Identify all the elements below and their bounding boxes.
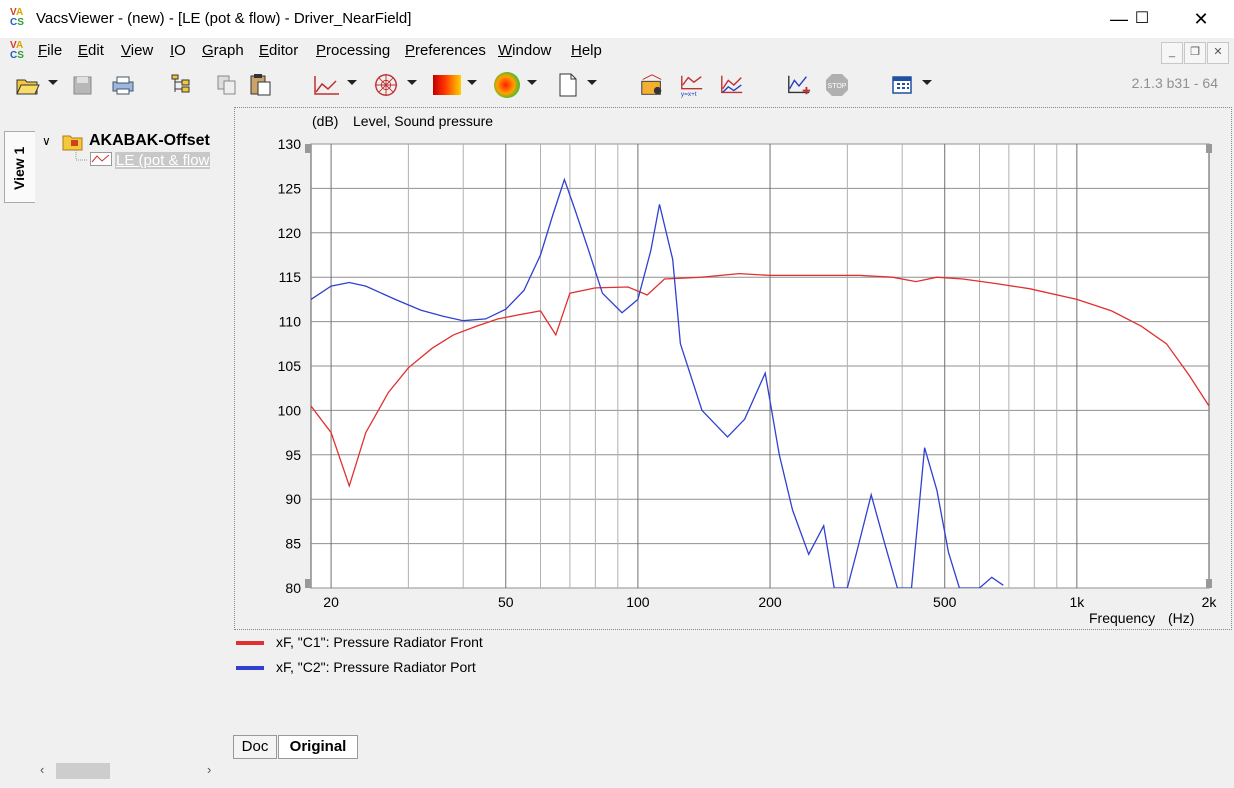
version-label: 2.1.3 b31 - 64 (1131, 75, 1218, 91)
y-tick-label: 95 (285, 447, 301, 463)
tree-child-item[interactable]: LE (pot & flow (115, 152, 211, 169)
menu-processing[interactable]: Processing (316, 42, 390, 59)
frequency-response-chart[interactable]: 130 125 120 115 110 105 100 95 90 85 80 20 50 100 200… (234, 107, 1230, 628)
x-tick-label: 100 (626, 594, 650, 610)
y-tick-label: 90 (285, 491, 301, 507)
sphere-dropdown-icon[interactable] (527, 80, 537, 85)
print-icon[interactable] (110, 72, 136, 98)
save-icon[interactable] (72, 72, 94, 98)
x-unit-label: (Hz) (1168, 610, 1194, 626)
y-tick-label: 125 (278, 180, 302, 196)
formula-icon[interactable]: y=x+t (678, 72, 706, 98)
y-tick-label: 120 (278, 225, 302, 241)
copy-icon[interactable] (215, 72, 239, 98)
x-tick-label: 20 (323, 594, 339, 610)
menu-view[interactable]: View (121, 42, 153, 59)
grid-view-icon[interactable] (890, 72, 914, 98)
y-tick-label: 130 (278, 136, 302, 152)
view-tab[interactable]: View 1 (4, 131, 35, 203)
polar-dropdown-icon[interactable] (407, 80, 417, 85)
menu-file[interactable]: File (38, 42, 62, 59)
sphere-icon[interactable] (494, 72, 520, 98)
tree-icon[interactable] (170, 72, 194, 98)
right-axis-top-handle[interactable] (1206, 144, 1212, 153)
folder-icon (62, 135, 83, 151)
paste-icon[interactable] (248, 72, 274, 98)
tab-original[interactable]: Original (278, 735, 358, 759)
tab-doc[interactable]: Doc (233, 735, 277, 759)
page-dropdown-icon[interactable] (587, 80, 597, 85)
tree-expand-icon[interactable]: ∨ (42, 134, 51, 148)
legend-label-port: xF, "C2": Pressure Radiator Port (276, 659, 476, 675)
y-tick-label: 80 (285, 580, 301, 596)
mdi-close-button[interactable]: ✕ (1207, 42, 1229, 64)
x-tick-label: 200 (758, 594, 782, 610)
graph-type-dropdown-icon[interactable] (347, 80, 357, 85)
svg-text:y=x+t: y=x+t (681, 91, 697, 98)
view-tab-label: View 1 (11, 146, 27, 190)
page-icon[interactable] (557, 72, 579, 98)
menu-preferences[interactable]: Preferences (405, 42, 486, 59)
mdi-app-icon[interactable]: VA CS (10, 41, 32, 63)
stop-icon[interactable]: STOP (825, 72, 849, 98)
svg-text:STOP: STOP (828, 83, 847, 90)
legend-swatch-front (236, 641, 264, 645)
mdi-minimize-button[interactable]: _ (1161, 42, 1183, 64)
maximize-button[interactable]: ☐ (1119, 0, 1165, 38)
x-axis-label: Frequency (1089, 610, 1155, 626)
y-axis-ticks: 130 125 120 115 110 105 100 95 90 85 80 (278, 136, 302, 596)
x-axis-ticks: 20 50 100 200 500 1k 2k (323, 594, 1217, 610)
y-tick-label: 115 (279, 269, 302, 285)
menu-io[interactable]: IO (170, 42, 186, 59)
legend-label-front: xF, "C1": Pressure Radiator Front (276, 634, 483, 650)
x-tick-label: 500 (933, 594, 957, 610)
x-tick-label: 2k (1202, 594, 1218, 610)
app-logo-icon: VA CS (10, 7, 24, 28)
menu-window[interactable]: Window (498, 42, 551, 59)
open-dropdown-icon[interactable] (48, 80, 58, 85)
x-tick-label: 50 (498, 594, 514, 610)
window-title: VacsViewer - (new) - [LE (pot & flow) - … (36, 10, 412, 27)
grid-view-dropdown-icon[interactable] (922, 80, 932, 85)
y-axis-bottom-handle[interactable] (305, 579, 311, 588)
legend-swatch-port (236, 666, 264, 670)
close-button[interactable]: ✕ (1178, 0, 1224, 38)
scroll-left-icon[interactable]: ‹ (40, 762, 44, 777)
polar-icon[interactable] (372, 72, 400, 98)
menu-help[interactable]: Help (571, 42, 602, 59)
menu-editor[interactable]: Editor (259, 42, 298, 59)
graph-type-icon[interactable] (312, 72, 342, 98)
chart-grid (310, 143, 1210, 589)
tree-root-item[interactable]: AKABAK-Offset (89, 132, 210, 150)
export-icon[interactable] (638, 72, 666, 98)
overlay-icon[interactable] (718, 72, 746, 98)
x-tick-label: 1k (1069, 594, 1085, 610)
y-unit-label: (dB) (312, 113, 338, 129)
menu-edit[interactable]: Edit (78, 42, 104, 59)
menu-graph[interactable]: Graph (202, 42, 244, 59)
y-tick-label: 110 (279, 314, 302, 330)
y-quantity-label: Level, Sound pressure (353, 113, 493, 129)
open-icon[interactable] (15, 72, 41, 98)
y-tick-label: 105 (278, 358, 302, 374)
mdi-restore-button[interactable]: ❐ (1184, 42, 1206, 64)
step-icon[interactable] (785, 72, 813, 98)
color-map-dropdown-icon[interactable] (467, 80, 477, 85)
y-axis-top-handle[interactable] (305, 144, 311, 153)
y-tick-label: 100 (278, 402, 302, 418)
curve-item-icon (90, 152, 112, 166)
scroll-right-icon[interactable]: › (207, 762, 211, 777)
right-axis-bottom-handle[interactable] (1206, 579, 1212, 588)
y-tick-label: 85 (285, 536, 301, 552)
color-map-icon[interactable] (433, 75, 461, 95)
scroll-thumb[interactable] (56, 763, 110, 779)
